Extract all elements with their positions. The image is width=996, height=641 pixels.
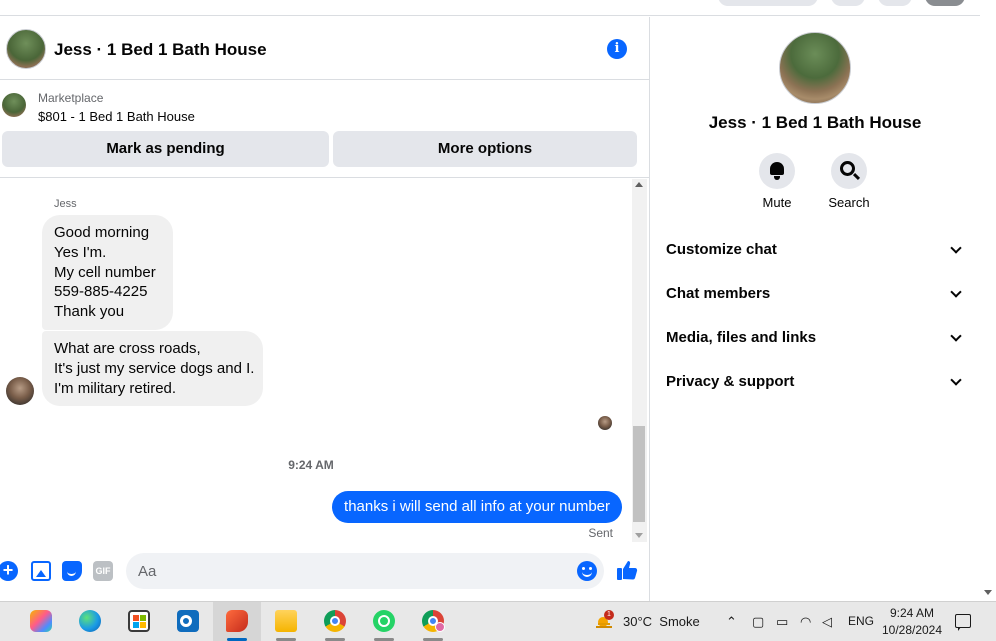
- page-scrollbar[interactable]: [980, 0, 996, 601]
- section-customize-chat[interactable]: Customize chat: [666, 238, 966, 262]
- emoji-icon[interactable]: [577, 561, 597, 581]
- top-search-pill[interactable]: [718, 0, 818, 6]
- profile-avatar[interactable]: [779, 32, 851, 104]
- chrome-icon: [324, 610, 346, 632]
- section-chat-members[interactable]: Chat members: [666, 282, 966, 306]
- gif-icon[interactable]: GIF: [93, 561, 113, 581]
- taskbar-chrome[interactable]: [311, 602, 359, 641]
- mute-label: Mute: [762, 195, 792, 210]
- scroll-down-arrow-icon[interactable]: [984, 590, 992, 595]
- plus-icon[interactable]: +: [0, 561, 18, 581]
- volume-icon[interactable]: ◁: [822, 614, 832, 630]
- section-label: Customize chat: [666, 241, 777, 258]
- chevron-up-icon[interactable]: ⌃: [726, 614, 737, 630]
- seen-indicator-avatar: [598, 416, 612, 430]
- messenger-window: Jess · 1 Bed 1 Bath House i Marketplace …: [0, 0, 996, 641]
- top-menu-button[interactable]: [831, 0, 865, 6]
- chat-header: Jess · 1 Bed 1 Bath House i: [0, 17, 649, 80]
- scroll-up-arrow-icon[interactable]: [635, 182, 643, 187]
- section-privacy-support[interactable]: Privacy & support: [666, 370, 966, 394]
- photo-icon[interactable]: [31, 561, 51, 581]
- mute-circle[interactable]: [759, 153, 795, 189]
- whatsapp-icon: [373, 610, 395, 632]
- chrome-profile-icon: [422, 610, 445, 632]
- section-label: Media, files and links: [666, 329, 817, 346]
- weather-condition: Smoke: [659, 614, 700, 629]
- taskbar-outlook[interactable]: [164, 602, 212, 641]
- conversation-title[interactable]: Jess · 1 Bed 1 Bath House: [54, 40, 267, 60]
- search-button[interactable]: Search: [819, 153, 879, 210]
- outlook-icon: [177, 610, 199, 632]
- copilot-icon: [30, 610, 52, 632]
- weather-text: 30°C Smoke: [623, 614, 700, 629]
- scrollbar-thumb[interactable]: [633, 426, 645, 522]
- scroll-down-arrow-icon[interactable]: [635, 533, 643, 538]
- thumbs-up-icon[interactable]: [615, 558, 639, 582]
- conversation-avatar[interactable]: [6, 29, 46, 69]
- top-notifications-button[interactable]: [878, 0, 912, 6]
- section-media-files-links[interactable]: Media, files and links: [666, 326, 966, 350]
- chevron-down-icon: [950, 330, 962, 342]
- bell-icon: [770, 162, 784, 180]
- message-scrollbar[interactable]: [632, 179, 647, 542]
- notification-icon[interactable]: [955, 614, 971, 631]
- chevron-down-icon: [950, 286, 962, 298]
- edge-icon: [79, 610, 101, 632]
- battery-icon[interactable]: ▭: [776, 614, 788, 630]
- meet-now-icon[interactable]: ▢: [752, 614, 764, 630]
- paint-icon: [226, 610, 248, 632]
- message-list: Jess Good morning Yes I'm. My cell numbe…: [0, 179, 632, 542]
- file-explorer-icon: [275, 610, 297, 632]
- chevron-down-icon: [950, 374, 962, 386]
- marketplace-listing: Marketplace $801 - 1 Bed 1 Bath House Ma…: [0, 81, 649, 178]
- profile-name: Jess · 1 Bed 1 Bath House: [708, 113, 922, 132]
- sticker-icon[interactable]: [62, 561, 82, 581]
- search-circle[interactable]: [831, 153, 867, 189]
- sender-avatar[interactable]: [6, 377, 34, 405]
- taskbar-chrome-profile[interactable]: [409, 602, 457, 641]
- taskbar-paint[interactable]: [213, 602, 261, 641]
- section-label: Chat members: [666, 285, 771, 302]
- search-label: Search: [828, 195, 870, 210]
- language-indicator[interactable]: ENG: [848, 614, 874, 628]
- store-icon: [128, 610, 150, 632]
- taskbar-store[interactable]: [115, 602, 163, 641]
- message-composer: + GIF: [0, 548, 649, 594]
- wifi-icon[interactable]: ◠: [800, 614, 811, 630]
- outgoing-message[interactable]: thanks i will send all info at your numb…: [332, 491, 622, 523]
- mark-as-pending-button[interactable]: Mark as pending: [2, 131, 329, 167]
- sender-name: Jess: [54, 198, 77, 210]
- listing-thumbnail[interactable]: [2, 93, 26, 117]
- message-status: Sent: [588, 526, 613, 540]
- incoming-message[interactable]: What are cross roads, It's just my servi…: [42, 331, 263, 407]
- top-account-avatar[interactable]: [925, 0, 965, 6]
- weather-badge: 1: [604, 610, 614, 620]
- search-icon: [840, 161, 855, 176]
- taskbar-file-explorer[interactable]: [262, 602, 310, 641]
- message-timestamp: 9:24 AM: [288, 458, 334, 472]
- listing-name[interactable]: $801 - 1 Bed 1 Bath House: [38, 109, 195, 124]
- listing-source: Marketplace: [38, 91, 104, 105]
- clock-time: 9:24 AM: [889, 606, 935, 620]
- chevron-down-icon: [950, 242, 962, 254]
- section-label: Privacy & support: [666, 373, 795, 390]
- mute-button[interactable]: Mute: [747, 153, 807, 210]
- weather-temperature: 30°C: [623, 614, 653, 629]
- taskbar-copilot[interactable]: [17, 602, 65, 641]
- weather-widget[interactable]: 1 30°C Smoke: [590, 602, 710, 641]
- message-input[interactable]: [126, 553, 604, 589]
- taskbar-edge[interactable]: [66, 602, 114, 641]
- incoming-message[interactable]: Good morning Yes I'm. My cell number 559…: [42, 215, 173, 330]
- clock-date: 10/28/2024: [881, 623, 943, 637]
- system-clock[interactable]: 9:24 AM 10/28/2024: [880, 605, 944, 639]
- info-icon[interactable]: i: [607, 39, 627, 59]
- taskbar: 1 30°C Smoke ⌃ ▢ ▭ ◠ ◁ ENG 9:24 AM 10/28…: [0, 601, 996, 641]
- taskbar-whatsapp[interactable]: [360, 602, 408, 641]
- conversation-info-panel: Jess · 1 Bed 1 Bath House Mute Search Cu…: [650, 17, 980, 601]
- top-navigation-strip: [0, 0, 980, 16]
- more-options-button[interactable]: More options: [333, 131, 637, 167]
